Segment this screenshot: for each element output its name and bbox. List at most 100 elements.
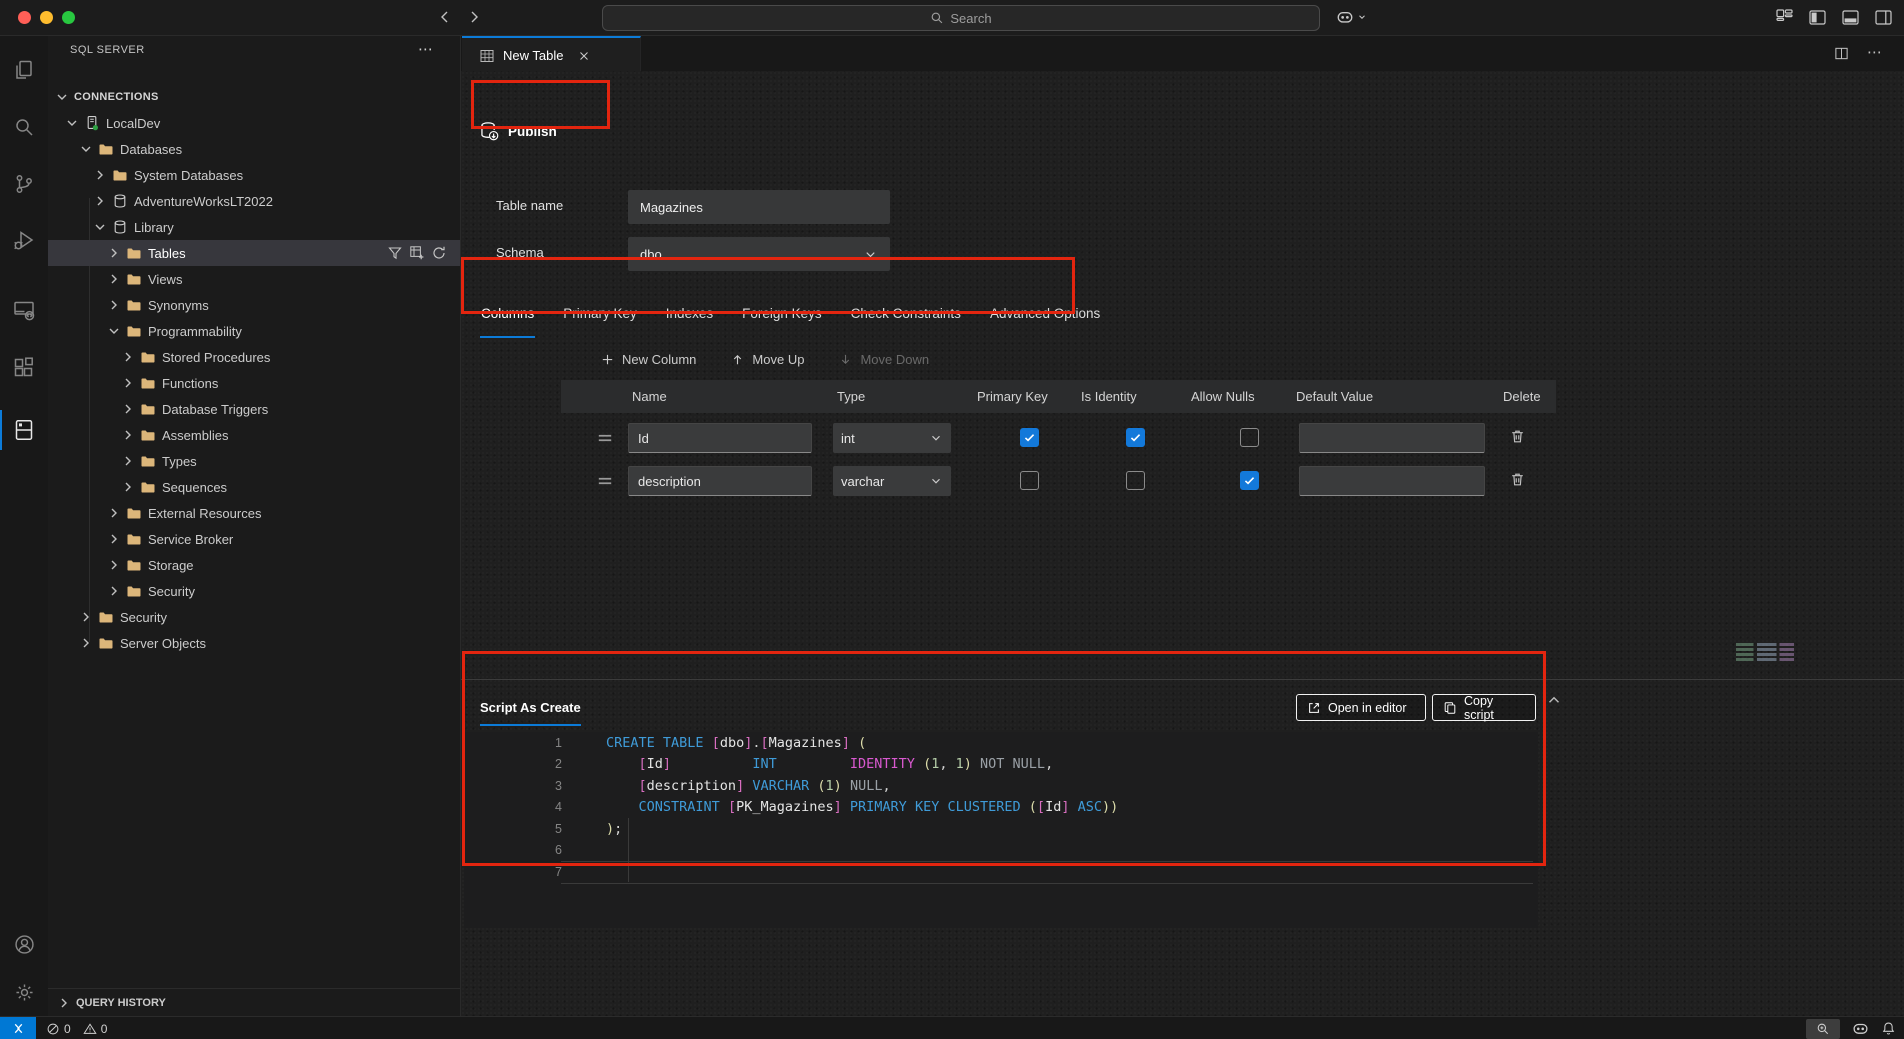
column-name-input[interactable] bbox=[628, 466, 812, 496]
tree-item-functions[interactable]: Functions bbox=[48, 370, 460, 396]
toggle-secondary-sidebar-icon[interactable] bbox=[1875, 9, 1892, 26]
chevron-up-icon[interactable] bbox=[1545, 691, 1563, 709]
vscode-window: Search SQL SERVER ⋯ CONNECTIONSLocalDe bbox=[0, 0, 1904, 1039]
designer-tab-check-constraints[interactable]: Check Constraints bbox=[850, 300, 962, 336]
tree-item-system-databases[interactable]: System Databases bbox=[48, 162, 460, 188]
tree-item-external-resources[interactable]: External Resources bbox=[48, 500, 460, 526]
activity-bar-settings[interactable] bbox=[0, 970, 48, 1014]
sidebar-more-actions-icon[interactable]: ⋯ bbox=[418, 40, 434, 58]
script-code-editor[interactable]: 1CREATE TABLE [dbo].[Magazines] (2 [Id] … bbox=[464, 732, 1538, 928]
table-plus-icon[interactable] bbox=[409, 245, 425, 261]
tree-item-database-triggers[interactable]: Database Triggers bbox=[48, 396, 460, 422]
activity-bar-accounts[interactable] bbox=[0, 922, 48, 966]
chev-right-icon bbox=[120, 453, 136, 469]
move-up-button[interactable]: Move Up bbox=[730, 352, 804, 367]
default-value-input[interactable] bbox=[1299, 466, 1485, 496]
tree-item-localdev[interactable]: LocalDev bbox=[48, 110, 460, 136]
chevron-down-icon bbox=[1357, 12, 1367, 22]
activity-bar-search[interactable] bbox=[0, 105, 48, 149]
copy-script-button[interactable]: Copy script bbox=[1432, 694, 1536, 721]
activity-bar-remote-explorer[interactable] bbox=[0, 288, 48, 332]
chev-down-icon bbox=[64, 115, 80, 131]
tree-item-storage[interactable]: Storage bbox=[48, 552, 460, 578]
tree-item-assemblies[interactable]: Assemblies bbox=[48, 422, 460, 448]
connections-header[interactable]: CONNECTIONS bbox=[48, 84, 460, 110]
tree-item-server-objects[interactable]: Server Objects bbox=[48, 630, 460, 656]
activity-bar-source-control[interactable] bbox=[0, 162, 48, 206]
move-down-button[interactable]: Move Down bbox=[838, 352, 929, 367]
folder-icon bbox=[126, 271, 142, 287]
panel-divider[interactable] bbox=[461, 679, 1904, 680]
delete-row-button[interactable] bbox=[1509, 471, 1526, 488]
activity-bar bbox=[0, 36, 49, 1016]
tree-item-types[interactable]: Types bbox=[48, 448, 460, 474]
tree-item-synonyms[interactable]: Synonyms bbox=[48, 292, 460, 318]
new-column-button[interactable]: New Column bbox=[600, 352, 696, 367]
tree-item-programmability[interactable]: Programmability bbox=[48, 318, 460, 344]
tree-item-stored-procedures[interactable]: Stored Procedures bbox=[48, 344, 460, 370]
publish-button[interactable]: Publish bbox=[479, 121, 557, 141]
default-value-input[interactable] bbox=[1299, 423, 1485, 453]
chev-down-icon bbox=[92, 219, 108, 235]
filter-icon[interactable] bbox=[387, 245, 403, 261]
tree-item-databases[interactable]: Databases bbox=[48, 136, 460, 162]
designer-tab-columns[interactable]: Columns bbox=[480, 300, 535, 338]
extensions-icon bbox=[12, 356, 36, 380]
column-type-select[interactable]: int bbox=[833, 423, 951, 453]
designer-tab-indexes[interactable]: Indexes bbox=[665, 300, 714, 336]
zoom-indicator[interactable] bbox=[1806, 1019, 1840, 1039]
query-history-section[interactable]: QUERY HISTORY bbox=[48, 988, 460, 1016]
schema-select[interactable]: dbo bbox=[628, 237, 890, 271]
folder-icon bbox=[98, 635, 114, 651]
designer-tab-foreign-keys[interactable]: Foreign Keys bbox=[741, 300, 823, 336]
split-editor-icon[interactable] bbox=[1834, 46, 1849, 61]
search-icon bbox=[12, 115, 36, 139]
activity-bar-run-debug[interactable] bbox=[0, 218, 48, 262]
back-icon[interactable] bbox=[437, 9, 453, 25]
tree-item-adventureworkslt2022[interactable]: AdventureWorksLT2022 bbox=[48, 188, 460, 214]
open-in-editor-button[interactable]: Open in editor bbox=[1296, 694, 1426, 721]
publish-label: Publish bbox=[508, 124, 557, 139]
toggle-primary-sidebar-icon[interactable] bbox=[1809, 9, 1826, 26]
minimize-window-icon[interactable] bbox=[40, 11, 53, 24]
customize-layout-icon[interactable] bbox=[1776, 9, 1793, 26]
tree-item-security[interactable]: Security bbox=[48, 578, 460, 604]
refresh-icon[interactable] bbox=[431, 245, 447, 261]
tree-item-tables[interactable]: Tables bbox=[48, 240, 460, 266]
tree-item-views[interactable]: Views bbox=[48, 266, 460, 292]
drag-handle-icon[interactable] bbox=[596, 472, 614, 490]
delete-row-button[interactable] bbox=[1509, 428, 1526, 445]
tree-item-security[interactable]: Security bbox=[48, 604, 460, 630]
activity-bar-extensions[interactable] bbox=[0, 346, 48, 390]
toggle-panel-icon[interactable] bbox=[1842, 9, 1859, 26]
drag-handle-icon[interactable] bbox=[596, 429, 614, 447]
table-name-input[interactable] bbox=[628, 190, 890, 224]
tree-item-library[interactable]: Library bbox=[48, 214, 460, 240]
bell-icon[interactable] bbox=[1881, 1021, 1896, 1036]
column-type-select[interactable]: varchar bbox=[833, 466, 951, 496]
tab-new-table[interactable]: New Table bbox=[462, 36, 641, 73]
chevron-right-icon bbox=[120, 479, 136, 495]
copilot-status-icon[interactable] bbox=[1852, 1020, 1869, 1037]
folder-icon bbox=[112, 167, 128, 183]
editor-more-actions-icon[interactable]: ⋯ bbox=[1867, 46, 1882, 61]
tree-item-service-broker[interactable]: Service Broker bbox=[48, 526, 460, 552]
chevron-right-icon bbox=[92, 193, 108, 209]
close-window-icon[interactable] bbox=[18, 11, 31, 24]
designer-tab-advanced-options[interactable]: Advanced Options bbox=[989, 300, 1101, 336]
maximize-window-icon[interactable] bbox=[62, 11, 75, 24]
activity-bar-explorer[interactable] bbox=[0, 48, 48, 92]
tree-item-sequences[interactable]: Sequences bbox=[48, 474, 460, 500]
activity-bar-sql-server[interactable] bbox=[0, 408, 48, 452]
copilot-menu-button[interactable] bbox=[1336, 8, 1367, 26]
drag-icon bbox=[596, 472, 614, 490]
chevron-right-icon bbox=[120, 401, 136, 417]
forward-icon[interactable] bbox=[466, 9, 482, 25]
problems-indicator[interactable]: 0 0 bbox=[46, 1022, 107, 1036]
copy-icon bbox=[1443, 701, 1457, 715]
remote-indicator[interactable] bbox=[0, 1017, 36, 1039]
search-input[interactable]: Search bbox=[602, 5, 1320, 31]
designer-tab-primary-key[interactable]: Primary Key bbox=[562, 300, 638, 336]
close-icon[interactable] bbox=[577, 49, 591, 63]
column-name-input[interactable] bbox=[628, 423, 812, 453]
